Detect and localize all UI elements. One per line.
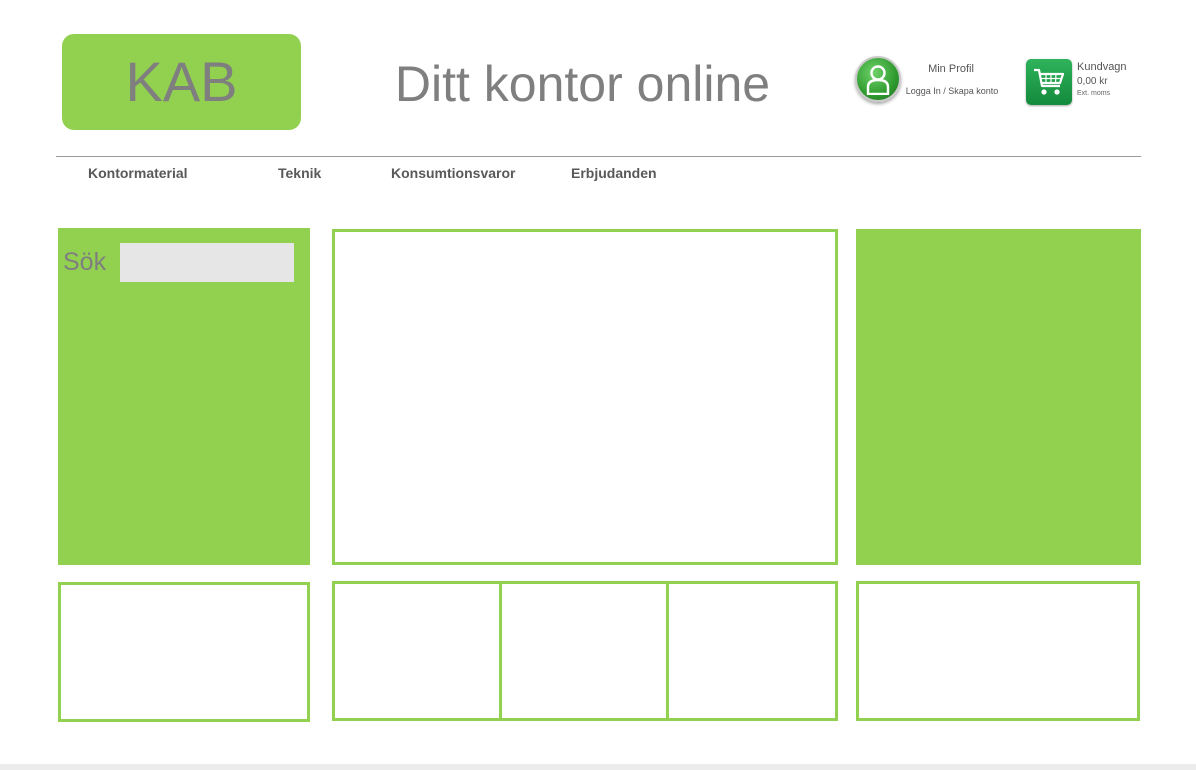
user-profile-icon[interactable] — [855, 56, 901, 102]
bottom-center-panel-2 — [499, 581, 669, 721]
site-title: Ditt kontor online — [394, 56, 771, 112]
nav-item-erbjudanden[interactable]: Erbjudanden — [571, 165, 657, 181]
nav-item-teknik[interactable]: Teknik — [278, 165, 321, 181]
page-bottom-edge — [0, 764, 1196, 770]
main-content-panel — [332, 229, 838, 565]
my-profile-link[interactable]: Min Profil — [905, 63, 997, 75]
nav-item-konsumtionsvaror[interactable]: Konsumtionsvaror — [391, 165, 515, 181]
search-label: Sök — [63, 248, 107, 276]
cart-vat-note: Ext. moms — [1077, 90, 1111, 97]
cart-label[interactable]: Kundvagn — [1077, 61, 1127, 73]
bottom-left-panel — [58, 582, 310, 722]
cart-total: 0,00 kr — [1077, 76, 1108, 87]
shopping-cart-icon[interactable] — [1026, 59, 1072, 105]
nav-divider — [56, 156, 1141, 157]
site-logo[interactable]: KAB — [62, 34, 301, 130]
nav-item-kontormaterial[interactable]: Kontormaterial — [88, 165, 188, 181]
bottom-center-panel-1 — [332, 581, 502, 721]
right-sidebar — [856, 229, 1141, 565]
bottom-right-panel — [856, 581, 1140, 721]
login-signup-link[interactable]: Logga In / Skapa konto — [904, 86, 1000, 96]
bottom-center-panel-3 — [666, 581, 838, 721]
search-input[interactable] — [120, 243, 294, 282]
